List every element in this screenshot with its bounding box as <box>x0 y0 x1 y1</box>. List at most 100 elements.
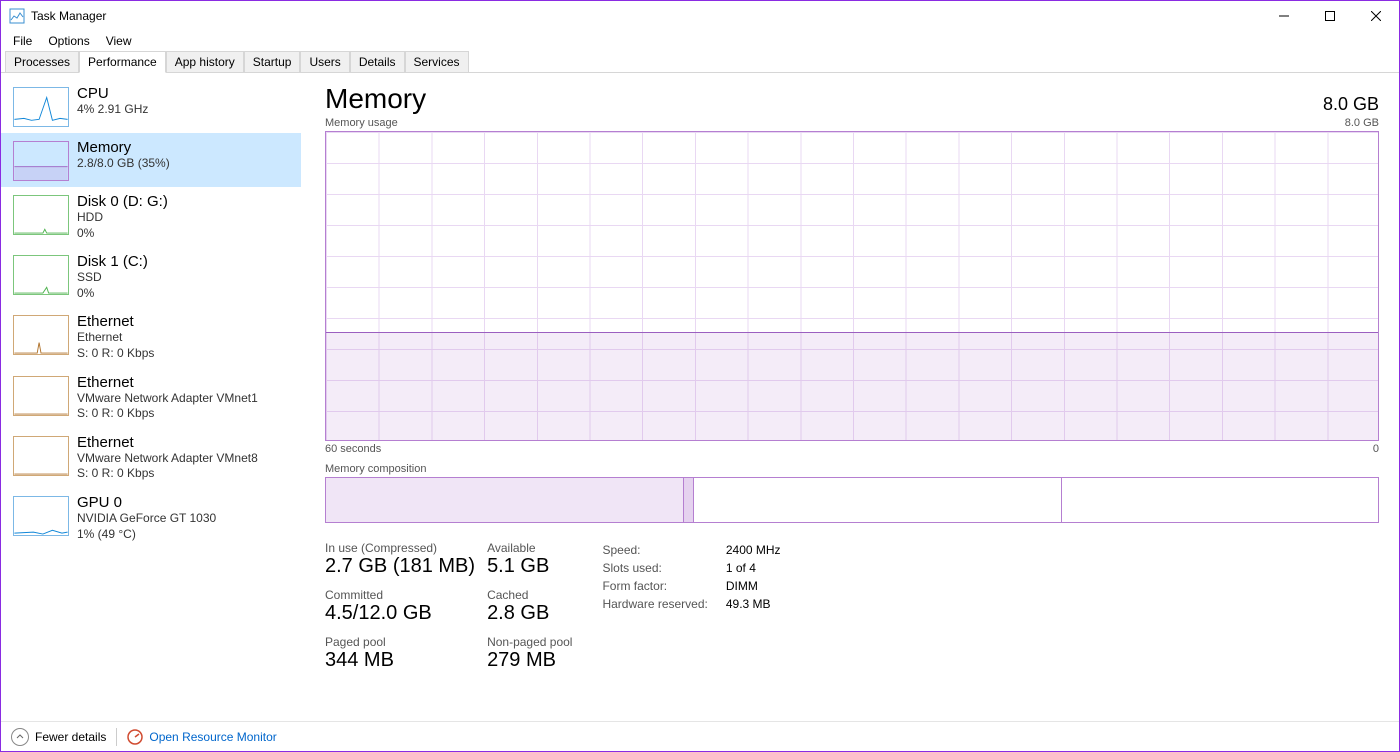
comp-standby <box>694 478 1062 522</box>
sidebar-title: Disk 0 (D: G:) <box>77 193 168 210</box>
tab-services[interactable]: Services <box>405 51 469 72</box>
composition-label: Memory composition <box>325 463 1379 475</box>
sidebar-title: CPU <box>77 85 148 102</box>
sidebar-sub2: 0% <box>77 226 168 242</box>
gpu-thumb <box>13 496 69 536</box>
sidebar-item-cpu[interactable]: CPU 4% 2.91 GHz <box>1 79 301 133</box>
sidebar-title: Ethernet <box>77 374 258 391</box>
paged-value: 344 MB <box>325 649 475 672</box>
cached-label: Cached <box>487 588 572 602</box>
sidebar-item-memory[interactable]: Memory 2.8/8.0 GB (35%) <box>1 133 301 187</box>
maximize-button[interactable] <box>1307 1 1353 31</box>
sidebar-sub: 4% 2.91 GHz <box>77 102 148 118</box>
sidebar-sub: HDD <box>77 210 168 226</box>
menubar: File Options View <box>1 31 1399 51</box>
tab-details[interactable]: Details <box>350 51 405 72</box>
available-label: Available <box>487 541 572 555</box>
open-resource-monitor-link[interactable]: Open Resource Monitor <box>127 729 276 745</box>
comp-free <box>1062 478 1378 522</box>
tab-app-history[interactable]: App history <box>166 51 244 72</box>
menu-file[interactable]: File <box>7 32 38 50</box>
form-label: Form factor: <box>602 579 707 593</box>
sidebar-item-disk0[interactable]: Disk 0 (D: G:) HDD 0% <box>1 187 301 247</box>
body: CPU 4% 2.91 GHz Memory 2.8/8.0 GB (35%) <box>1 73 1399 721</box>
task-manager-icon <box>9 8 25 24</box>
speed-label: Speed: <box>602 543 707 557</box>
chart-label-right: 8.0 GB <box>1345 117 1379 129</box>
sidebar: CPU 4% 2.91 GHz Memory 2.8/8.0 GB (35%) <box>1 73 301 721</box>
window-controls <box>1261 1 1399 31</box>
sidebar-sub: VMware Network Adapter VMnet8 <box>77 451 258 467</box>
chart-axis-left: 60 seconds <box>325 443 381 455</box>
sidebar-sub: SSD <box>77 270 148 286</box>
tab-performance[interactable]: Performance <box>79 51 166 73</box>
ethernet-thumb <box>13 376 69 416</box>
chart-axis-right: 0 <box>1373 443 1379 455</box>
memory-usage-chart <box>325 131 1379 441</box>
hw-value: 49.3 MB <box>726 597 781 611</box>
window-title: Task Manager <box>31 9 106 23</box>
fewer-details-button[interactable]: Fewer details <box>11 728 106 746</box>
disk-thumb <box>13 255 69 295</box>
sidebar-sub2: 0% <box>77 286 148 302</box>
chart-label-left: Memory usage <box>325 117 398 129</box>
in-use-label: In use (Compressed) <box>325 541 475 555</box>
sidebar-sub: Ethernet <box>77 330 154 346</box>
paged-label: Paged pool <box>325 635 475 649</box>
sidebar-item-gpu0[interactable]: GPU 0 NVIDIA GeForce GT 1030 1% (49 °C) <box>1 488 301 548</box>
nonpaged-label: Non-paged pool <box>487 635 572 649</box>
sidebar-sub: 2.8/8.0 GB (35%) <box>77 156 170 172</box>
titlebar: Task Manager <box>1 1 1399 31</box>
sidebar-sub: VMware Network Adapter VMnet1 <box>77 391 258 407</box>
in-use-value: 2.7 GB (181 MB) <box>325 555 475 578</box>
slots-value: 1 of 4 <box>726 561 781 575</box>
resource-monitor-label: Open Resource Monitor <box>149 730 276 744</box>
sidebar-sub2: S: 0 R: 0 Kbps <box>77 346 154 362</box>
minimize-button[interactable] <box>1261 1 1307 31</box>
cpu-thumb <box>13 87 69 127</box>
sidebar-item-disk1[interactable]: Disk 1 (C:) SSD 0% <box>1 247 301 307</box>
sidebar-item-ethernet-0[interactable]: Ethernet Ethernet S: 0 R: 0 Kbps <box>1 307 301 367</box>
close-button[interactable] <box>1353 1 1399 31</box>
tab-startup[interactable]: Startup <box>244 51 301 72</box>
committed-label: Committed <box>325 588 475 602</box>
memory-composition-bar <box>325 477 1379 523</box>
ethernet-thumb <box>13 436 69 476</box>
available-value: 5.1 GB <box>487 555 572 578</box>
sidebar-item-ethernet-2[interactable]: Ethernet VMware Network Adapter VMnet8 S… <box>1 428 301 488</box>
sidebar-sub2: 1% (49 °C) <box>77 527 216 543</box>
speed-value: 2400 MHz <box>726 543 781 557</box>
sidebar-item-ethernet-1[interactable]: Ethernet VMware Network Adapter VMnet1 S… <box>1 368 301 428</box>
cached-value: 2.8 GB <box>487 602 572 625</box>
memory-capacity: 8.0 GB <box>1323 94 1379 115</box>
stats: In use (Compressed) 2.7 GB (181 MB) Avai… <box>325 541 1379 672</box>
disk-thumb <box>13 195 69 235</box>
menu-view[interactable]: View <box>100 32 138 50</box>
sidebar-sub2: S: 0 R: 0 Kbps <box>77 406 258 422</box>
sidebar-title: Disk 1 (C:) <box>77 253 148 270</box>
comp-in-use <box>326 478 684 522</box>
sidebar-title: Ethernet <box>77 434 258 451</box>
form-value: DIMM <box>726 579 781 593</box>
sidebar-sub2: S: 0 R: 0 Kbps <box>77 466 258 482</box>
memory-thumb <box>13 141 69 181</box>
main-panel: Memory 8.0 GB Memory usage 8.0 GB 60 sec… <box>301 73 1399 721</box>
comp-modified <box>684 478 695 522</box>
menu-options[interactable]: Options <box>42 32 95 50</box>
page-title: Memory <box>325 83 426 115</box>
tab-users[interactable]: Users <box>300 51 349 72</box>
tab-strip: Processes Performance App history Startu… <box>1 51 1399 73</box>
memory-usage-fill <box>326 332 1378 440</box>
sidebar-title: GPU 0 <box>77 494 216 511</box>
sidebar-sub: NVIDIA GeForce GT 1030 <box>77 511 216 527</box>
sidebar-title: Memory <box>77 139 170 156</box>
fewer-details-label: Fewer details <box>35 730 106 744</box>
tab-processes[interactable]: Processes <box>5 51 79 72</box>
ethernet-thumb <box>13 315 69 355</box>
task-manager-window: Task Manager File Options View Processes… <box>0 0 1400 752</box>
hw-label: Hardware reserved: <box>602 597 707 611</box>
nonpaged-value: 279 MB <box>487 649 572 672</box>
chevron-up-icon <box>11 728 29 746</box>
slots-label: Slots used: <box>602 561 707 575</box>
footer: Fewer details Open Resource Monitor <box>1 721 1399 751</box>
